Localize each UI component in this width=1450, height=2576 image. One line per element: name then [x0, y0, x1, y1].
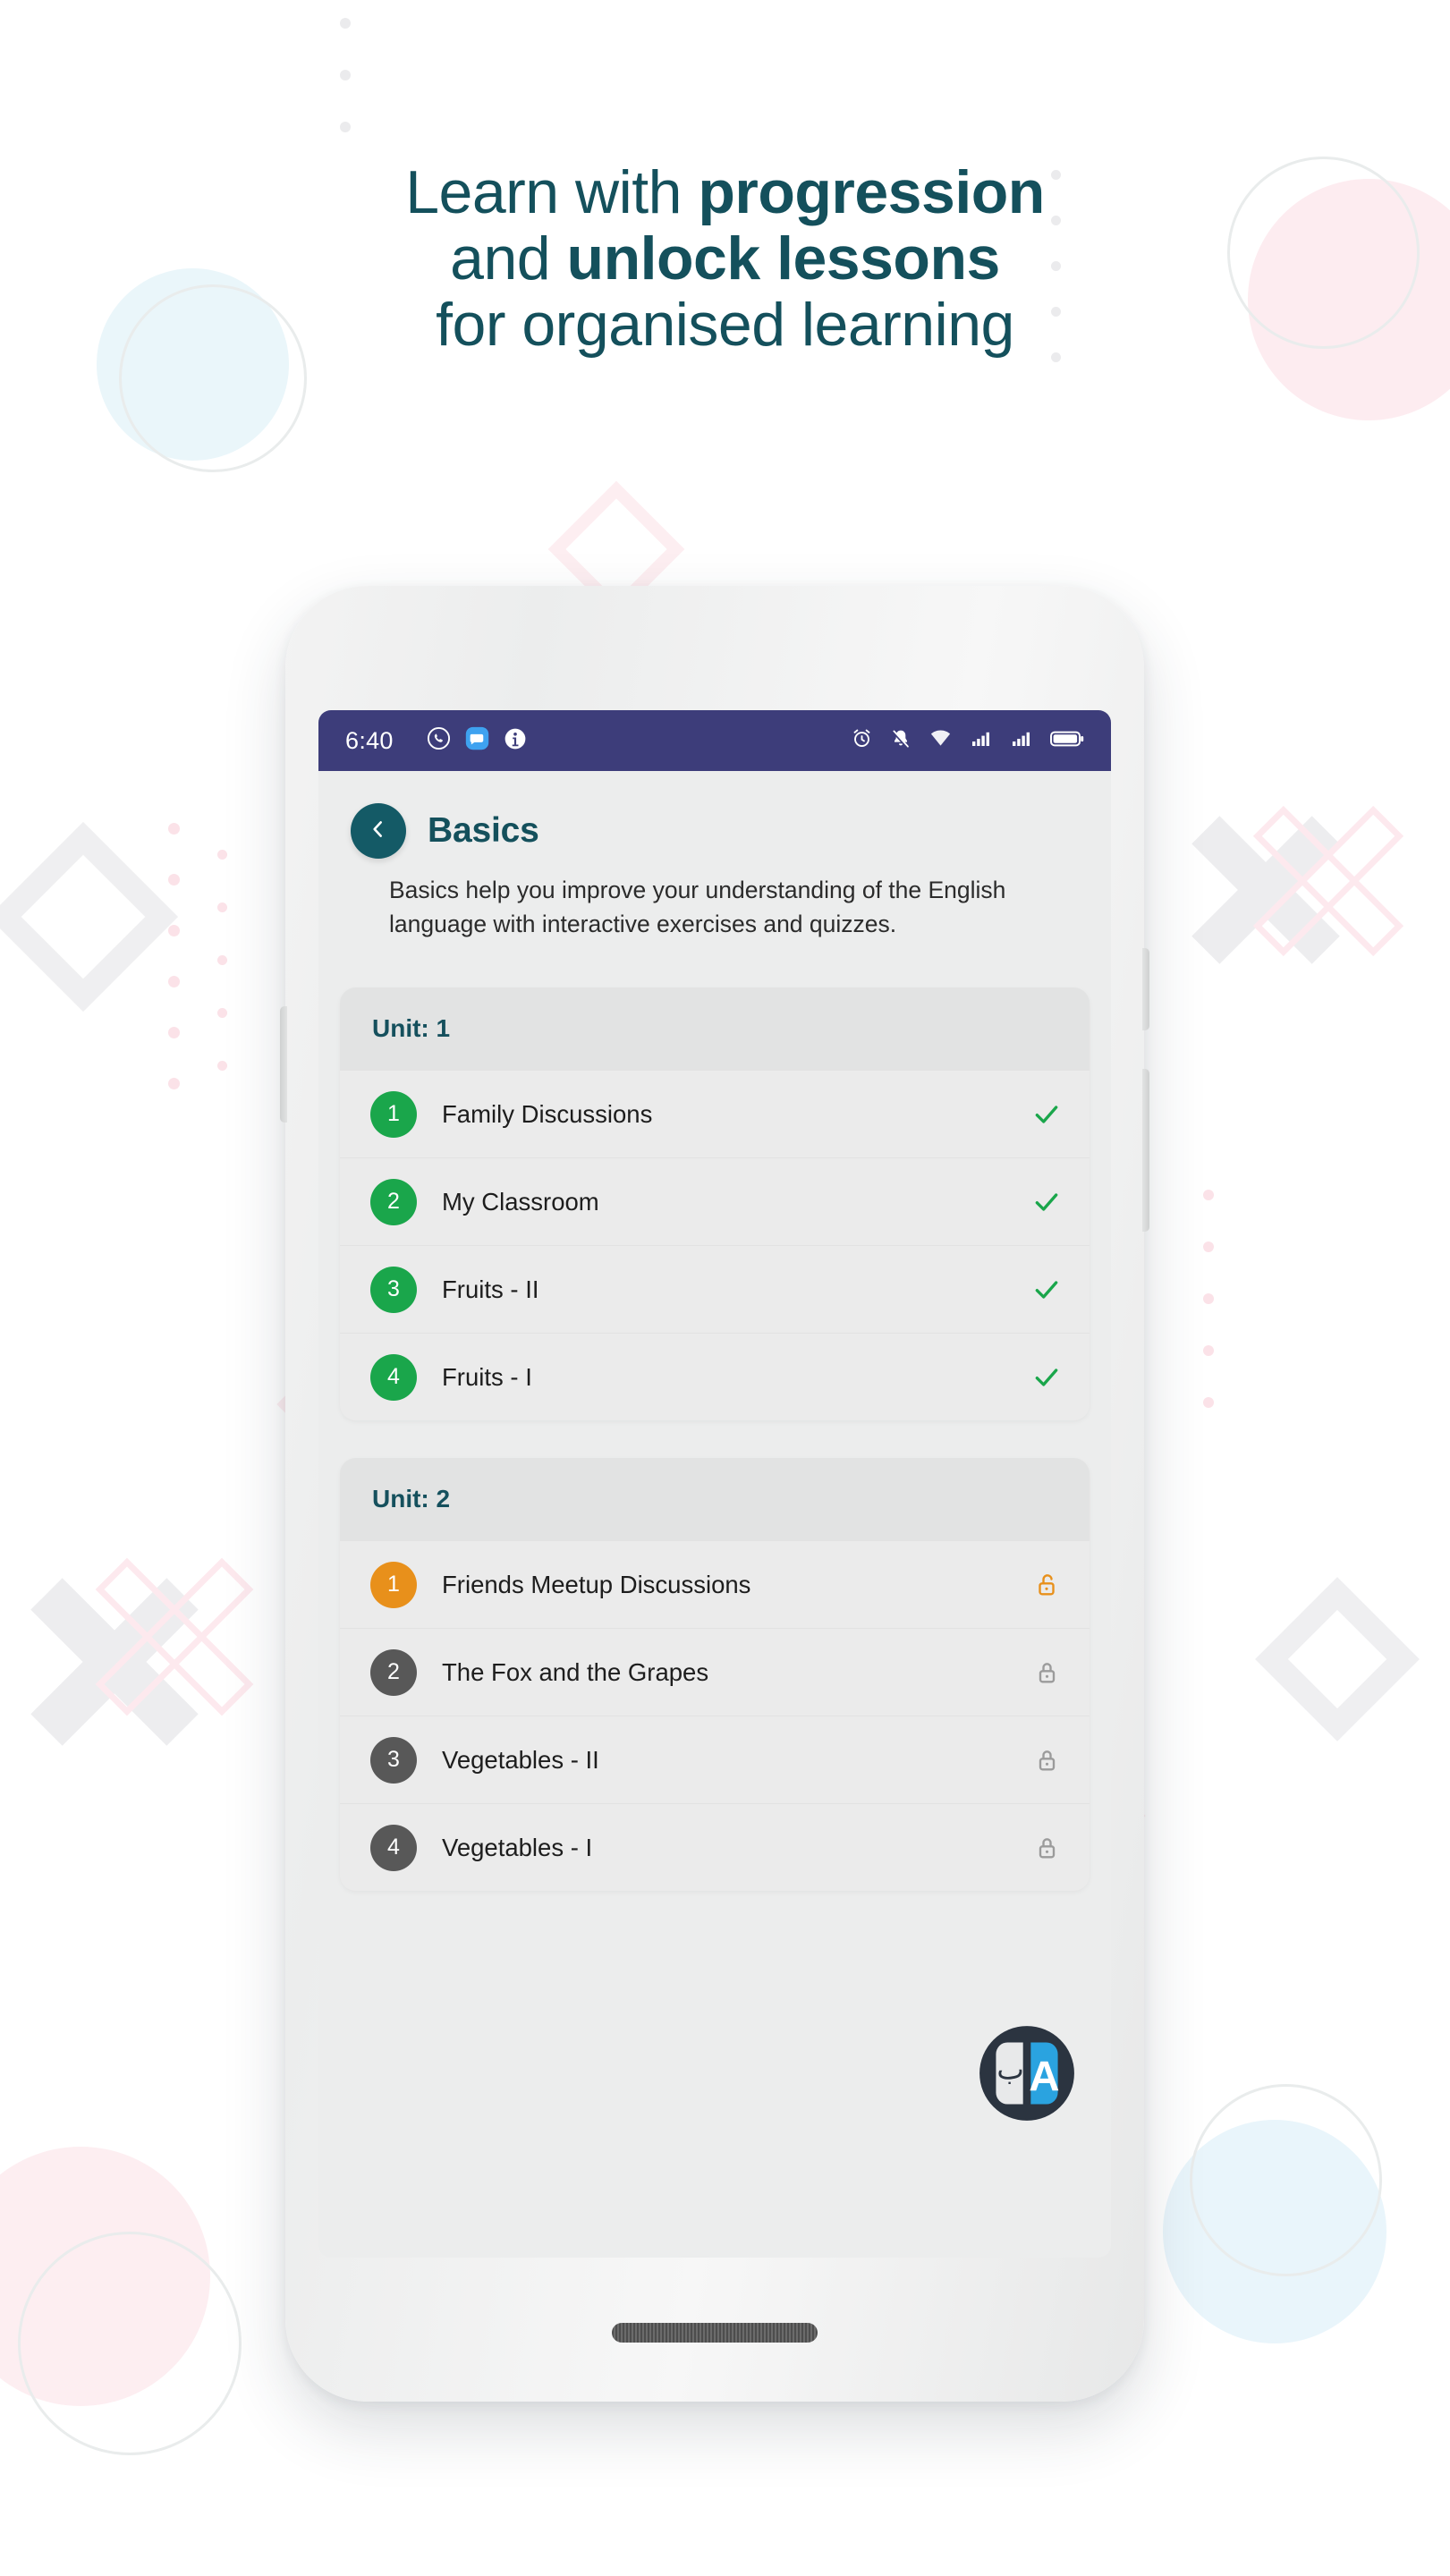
page-title: Basics [428, 811, 539, 850]
back-button[interactable] [351, 803, 406, 859]
app-logo-left-glyph: ب [996, 2052, 1024, 2086]
check-icon [1032, 1275, 1061, 1304]
lesson-number-badge: 2 [370, 1648, 417, 1696]
decor-dots [217, 850, 227, 1071]
back-chevron-icon [367, 818, 390, 845]
unit-header: Unit: 2 [340, 1458, 1090, 1541]
lesson-number-badge: 1 [370, 1561, 417, 1608]
lesson-row[interactable]: 2 The Fox and the Grapes [340, 1628, 1090, 1716]
check-icon [1032, 1100, 1061, 1129]
headline-bold-2: unlock lessons [566, 225, 1001, 293]
alarm-icon [851, 727, 873, 754]
lesson-number-badge: 2 [370, 1178, 417, 1225]
bottom-speaker [612, 2323, 818, 2343]
lock-icon [1034, 1659, 1061, 1686]
whatsapp-icon [427, 726, 451, 755]
headline-normal-2: and [450, 225, 567, 293]
lesson-title: My Classroom [442, 1187, 599, 1216]
phone-screen: 6:40 Basics Basics help you improve your… [318, 710, 1111, 2258]
lesson-row[interactable]: 2 My Classroom [340, 1157, 1090, 1246]
page-header-row: Basics [318, 803, 1111, 859]
status-bar-right [851, 726, 1084, 755]
promo-headline: Learn with progression and unlock lesson… [0, 159, 1450, 358]
lesson-row[interactable]: 3 Vegetables - II [340, 1716, 1090, 1804]
units-list: Unit: 1 1 Family Discussions 2 My Classr… [318, 987, 1111, 1892]
unit-card: Unit: 2 1 Friends Meetup Discussions 2 T… [340, 1458, 1090, 1892]
lesson-row[interactable]: 1 Friends Meetup Discussions [340, 1540, 1090, 1629]
decor-dots [340, 18, 351, 132]
status-time: 6:40 [345, 726, 394, 754]
lock-icon [1034, 1835, 1061, 1861]
lesson-title: Friends Meetup Discussions [442, 1570, 751, 1598]
decor-circle-outline [18, 2232, 242, 2455]
decor-diamond [1255, 1577, 1420, 1741]
decor-cross-outline [85, 1547, 264, 1726]
lesson-title: Vegetables - I [442, 1833, 593, 1861]
messages-icon [464, 725, 490, 756]
info-icon [504, 727, 527, 755]
decor-diamond [0, 821, 179, 1013]
decor-dots [1203, 1190, 1214, 1408]
lesson-title: Family Discussions [442, 1099, 653, 1128]
phone-mockup: 6:40 Basics Basics help you improve your… [280, 586, 1149, 2402]
headline-normal-3: for organised learning [436, 291, 1014, 360]
lesson-number-badge: 1 [370, 1090, 417, 1138]
status-bar: 6:40 [318, 710, 1111, 771]
headline-line-3: for organised learning [0, 292, 1450, 358]
headline-line-2: and unlock lessons [0, 225, 1450, 292]
battery-icon [1050, 729, 1084, 753]
phone-button-volume [1142, 1069, 1149, 1232]
notifications-off-icon [890, 728, 912, 754]
phone-button-power [1142, 948, 1149, 1030]
headline-bold-1: progression [698, 158, 1045, 226]
lesson-row[interactable]: 4 Vegetables - I [340, 1803, 1090, 1892]
lesson-row[interactable]: 4 Fruits - I [340, 1333, 1090, 1421]
check-icon [1032, 1188, 1061, 1216]
signal-sim1-icon [970, 728, 993, 754]
app-logo-icon: ب A [979, 2025, 1075, 2122]
lesson-title: The Fox and the Grapes [442, 1657, 709, 1686]
status-bar-left: 6:40 [345, 725, 527, 756]
headline-normal-1: Learn with [405, 158, 699, 226]
app-header: Basics Basics help you improve your unde… [318, 771, 1111, 941]
unit-header: Unit: 1 [340, 987, 1090, 1071]
lesson-title: Fruits - II [442, 1275, 539, 1303]
unit-card: Unit: 1 1 Family Discussions 2 My Classr… [340, 987, 1090, 1421]
headline-line-1: Learn with progression [0, 159, 1450, 225]
decor-dots [168, 823, 180, 1089]
check-icon [1032, 1363, 1061, 1392]
unlock-icon [1034, 1572, 1061, 1598]
lesson-number-badge: 3 [370, 1736, 417, 1784]
lesson-number-badge: 4 [370, 1353, 417, 1401]
lock-icon [1034, 1747, 1061, 1774]
lesson-row[interactable]: 3 Fruits - II [340, 1245, 1090, 1334]
app-logo-right-glyph: A [1029, 2053, 1059, 2100]
wifi-icon [929, 726, 953, 755]
decor-cross-outline [1243, 796, 1413, 966]
lesson-row[interactable]: 1 Family Discussions [340, 1070, 1090, 1158]
decor-circle-outline [1190, 2084, 1382, 2276]
lesson-title: Vegetables - II [442, 1745, 599, 1774]
signal-sim2-icon [1010, 728, 1033, 754]
lesson-number-badge: 3 [370, 1266, 417, 1313]
lesson-number-badge: 4 [370, 1824, 417, 1871]
lesson-title: Fruits - I [442, 1362, 532, 1391]
phone-button-left [280, 1006, 287, 1123]
page-description: Basics help you improve your understandi… [389, 877, 1006, 938]
